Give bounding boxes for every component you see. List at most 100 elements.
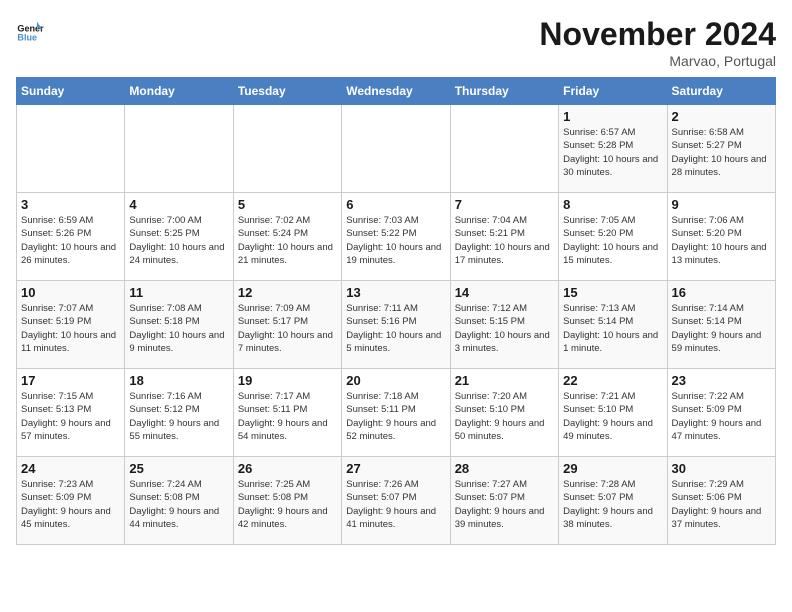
calendar-cell: 26 Sunrise: 7:25 AM Sunset: 5:08 PM Dayli… [233, 457, 341, 545]
calendar-cell [233, 105, 341, 193]
calendar-cell [17, 105, 125, 193]
calendar-cell: 15Sunrise: 7:13 AM Sunset: 5:14 PM Dayli… [559, 281, 667, 369]
day-info: Sunrise: 7:27 AM Sunset: 5:07 PM Dayligh… [455, 478, 554, 531]
calendar-cell: 23 Sunrise: 7:22 AM Sunset: 5:09 PM Dayli… [667, 369, 775, 457]
calendar-cell: 11 Sunrise: 7:08 AM Sunset: 5:18 PM Dayli… [125, 281, 233, 369]
day-number: 12 [238, 285, 337, 300]
day-number: 21 [455, 373, 554, 388]
day-number: 2 [672, 109, 771, 124]
day-number: 15 [563, 285, 662, 300]
day-number: 19 [238, 373, 337, 388]
calendar-week-2: 3 Sunrise: 6:59 AM Sunset: 5:26 PM Daylig… [17, 193, 776, 281]
day-number: 7 [455, 197, 554, 212]
day-info: Sunrise: 7:11 AM Sunset: 5:16 PM Dayligh… [346, 302, 445, 355]
calendar-cell: 3 Sunrise: 6:59 AM Sunset: 5:26 PM Daylig… [17, 193, 125, 281]
day-number: 17 [21, 373, 120, 388]
day-info: Sunrise: 7:18 AM Sunset: 5:11 PM Dayligh… [346, 390, 445, 443]
calendar-cell: 19 Sunrise: 7:17 AM Sunset: 5:11 PM Dayli… [233, 369, 341, 457]
logo: General Blue [16, 16, 44, 44]
calendar-cell: 4 Sunrise: 7:00 AM Sunset: 5:25 PM Daylig… [125, 193, 233, 281]
calendar-week-1: 1Sunrise: 6:57 AM Sunset: 5:28 PM Daylig… [17, 105, 776, 193]
calendar-cell: 14Sunrise: 7:12 AM Sunset: 5:15 PM Dayli… [450, 281, 558, 369]
day-info: Sunrise: 7:23 AM Sunset: 5:09 PM Dayligh… [21, 478, 120, 531]
weekday-header-saturday: Saturday [667, 78, 775, 105]
day-info: Sunrise: 7:02 AM Sunset: 5:24 PM Dayligh… [238, 214, 337, 267]
day-number: 10 [21, 285, 120, 300]
weekday-header-wednesday: Wednesday [342, 78, 450, 105]
day-info: Sunrise: 7:26 AM Sunset: 5:07 PM Dayligh… [346, 478, 445, 531]
day-info: Sunrise: 6:57 AM Sunset: 5:28 PM Dayligh… [563, 126, 662, 179]
calendar-cell: 18 Sunrise: 7:16 AM Sunset: 5:12 PM Dayli… [125, 369, 233, 457]
day-number: 20 [346, 373, 445, 388]
day-number: 8 [563, 197, 662, 212]
calendar-body: 1Sunrise: 6:57 AM Sunset: 5:28 PM Daylig… [17, 105, 776, 545]
day-number: 27 [346, 461, 445, 476]
calendar-cell: 22 Sunrise: 7:21 AM Sunset: 5:10 PM Dayli… [559, 369, 667, 457]
calendar-table: SundayMondayTuesdayWednesdayThursdayFrid… [16, 77, 776, 545]
weekday-header-tuesday: Tuesday [233, 78, 341, 105]
logo-icon: General Blue [16, 16, 44, 44]
calendar-cell: 9Sunrise: 7:06 AM Sunset: 5:20 PM Daylig… [667, 193, 775, 281]
day-number: 25 [129, 461, 228, 476]
day-info: Sunrise: 7:21 AM Sunset: 5:10 PM Dayligh… [563, 390, 662, 443]
day-info: Sunrise: 7:25 AM Sunset: 5:08 PM Dayligh… [238, 478, 337, 531]
day-info: Sunrise: 7:22 AM Sunset: 5:09 PM Dayligh… [672, 390, 771, 443]
calendar-cell: 2 Sunrise: 6:58 AM Sunset: 5:27 PM Daylig… [667, 105, 775, 193]
location: Marvao, Portugal [539, 53, 776, 69]
calendar-week-3: 10 Sunrise: 7:07 AM Sunset: 5:19 PM Dayli… [17, 281, 776, 369]
day-info: Sunrise: 7:09 AM Sunset: 5:17 PM Dayligh… [238, 302, 337, 355]
day-info: Sunrise: 6:59 AM Sunset: 5:26 PM Dayligh… [21, 214, 120, 267]
day-number: 16 [672, 285, 771, 300]
weekday-header-monday: Monday [125, 78, 233, 105]
calendar-cell: 6Sunrise: 7:03 AM Sunset: 5:22 PM Daylig… [342, 193, 450, 281]
calendar-cell: 16 Sunrise: 7:14 AM Sunset: 5:14 PM Dayli… [667, 281, 775, 369]
calendar-cell: 13Sunrise: 7:11 AM Sunset: 5:16 PM Dayli… [342, 281, 450, 369]
calendar-header: SundayMondayTuesdayWednesdayThursdayFrid… [17, 78, 776, 105]
day-info: Sunrise: 7:00 AM Sunset: 5:25 PM Dayligh… [129, 214, 228, 267]
day-number: 23 [672, 373, 771, 388]
day-info: Sunrise: 7:16 AM Sunset: 5:12 PM Dayligh… [129, 390, 228, 443]
day-number: 6 [346, 197, 445, 212]
day-number: 28 [455, 461, 554, 476]
calendar-cell: 10 Sunrise: 7:07 AM Sunset: 5:19 PM Dayli… [17, 281, 125, 369]
calendar-cell [125, 105, 233, 193]
day-number: 14 [455, 285, 554, 300]
weekday-header-friday: Friday [559, 78, 667, 105]
day-info: Sunrise: 7:08 AM Sunset: 5:18 PM Dayligh… [129, 302, 228, 355]
calendar-cell: 12 Sunrise: 7:09 AM Sunset: 5:17 PM Dayli… [233, 281, 341, 369]
day-info: Sunrise: 7:07 AM Sunset: 5:19 PM Dayligh… [21, 302, 120, 355]
day-number: 26 [238, 461, 337, 476]
day-info: Sunrise: 7:28 AM Sunset: 5:07 PM Dayligh… [563, 478, 662, 531]
calendar-cell: 30 Sunrise: 7:29 AM Sunset: 5:06 PM Dayli… [667, 457, 775, 545]
calendar-week-4: 17 Sunrise: 7:15 AM Sunset: 5:13 PM Dayli… [17, 369, 776, 457]
day-info: Sunrise: 7:14 AM Sunset: 5:14 PM Dayligh… [672, 302, 771, 355]
day-number: 4 [129, 197, 228, 212]
calendar-cell: 17 Sunrise: 7:15 AM Sunset: 5:13 PM Dayli… [17, 369, 125, 457]
day-info: Sunrise: 7:15 AM Sunset: 5:13 PM Dayligh… [21, 390, 120, 443]
day-info: Sunrise: 7:29 AM Sunset: 5:06 PM Dayligh… [672, 478, 771, 531]
day-number: 22 [563, 373, 662, 388]
calendar-cell: 7 Sunrise: 7:04 AM Sunset: 5:21 PM Daylig… [450, 193, 558, 281]
calendar-cell [342, 105, 450, 193]
day-info: Sunrise: 7:17 AM Sunset: 5:11 PM Dayligh… [238, 390, 337, 443]
day-number: 3 [21, 197, 120, 212]
day-info: Sunrise: 7:05 AM Sunset: 5:20 PM Dayligh… [563, 214, 662, 267]
day-info: Sunrise: 7:20 AM Sunset: 5:10 PM Dayligh… [455, 390, 554, 443]
day-info: Sunrise: 7:04 AM Sunset: 5:21 PM Dayligh… [455, 214, 554, 267]
calendar-cell: 24 Sunrise: 7:23 AM Sunset: 5:09 PM Dayli… [17, 457, 125, 545]
calendar-cell: 29Sunrise: 7:28 AM Sunset: 5:07 PM Dayli… [559, 457, 667, 545]
calendar-cell: 5 Sunrise: 7:02 AM Sunset: 5:24 PM Daylig… [233, 193, 341, 281]
day-number: 24 [21, 461, 120, 476]
svg-text:Blue: Blue [17, 33, 37, 43]
month-title: November 2024 [539, 16, 776, 53]
day-info: Sunrise: 7:06 AM Sunset: 5:20 PM Dayligh… [672, 214, 771, 267]
day-number: 11 [129, 285, 228, 300]
title-section: November 2024 Marvao, Portugal [539, 16, 776, 69]
calendar-cell: 1Sunrise: 6:57 AM Sunset: 5:28 PM Daylig… [559, 105, 667, 193]
day-number: 30 [672, 461, 771, 476]
day-number: 5 [238, 197, 337, 212]
calendar-cell: 25Sunrise: 7:24 AM Sunset: 5:08 PM Dayli… [125, 457, 233, 545]
calendar-cell: 20 Sunrise: 7:18 AM Sunset: 5:11 PM Dayli… [342, 369, 450, 457]
day-number: 18 [129, 373, 228, 388]
day-info: Sunrise: 6:58 AM Sunset: 5:27 PM Dayligh… [672, 126, 771, 179]
